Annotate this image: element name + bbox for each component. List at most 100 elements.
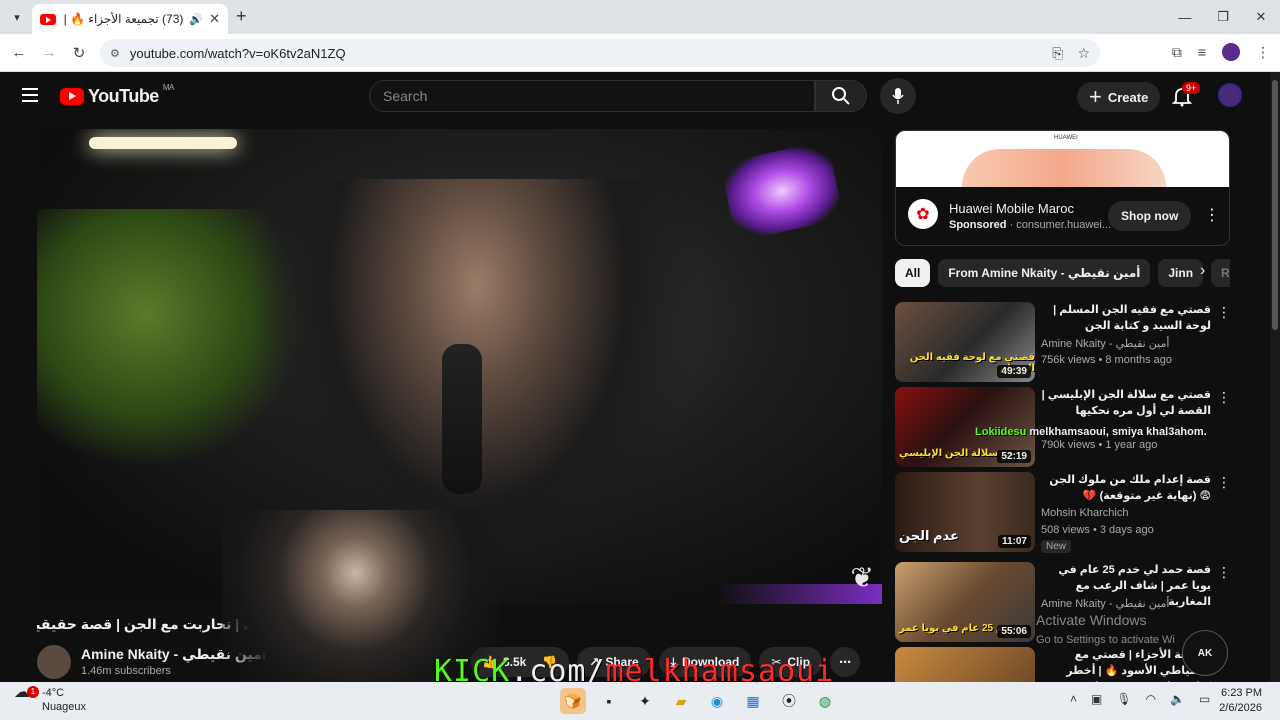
- rec-title[interactable]: قصتي مع سلالة الجن الإبليسي | القصة لي أ…: [1041, 387, 1211, 419]
- page-scrollbar[interactable]: [1270, 72, 1280, 682]
- weather-widget[interactable]: ☁ 1 -4°C Nuageux: [14, 685, 86, 714]
- rec-meta: 756k views • 8 months ago: [1041, 354, 1173, 366]
- system-clock[interactable]: 6:23 PM 2/6/2026: [1219, 686, 1262, 716]
- copilot-icon[interactable]: ✦: [632, 688, 658, 714]
- search-input[interactable]: Search: [369, 80, 815, 112]
- weather-condition: Nuageux: [42, 701, 87, 713]
- chip-all[interactable]: All: [895, 259, 931, 287]
- forward-icon[interactable]: →: [34, 44, 64, 61]
- reload-icon[interactable]: ↻: [64, 44, 94, 62]
- voice-search-button[interactable]: [880, 78, 916, 114]
- scrollbar-thumb[interactable]: [1272, 80, 1278, 330]
- browser-menu-icon[interactable]: ⋮: [1256, 44, 1270, 61]
- more-horizontal-icon: ⋯: [839, 655, 852, 669]
- mic-tray-icon[interactable]: 🎙: [1116, 692, 1131, 706]
- maximize-icon[interactable]: ❐: [1204, 0, 1242, 34]
- system-tray: ˄ ▣ 🎙 ◠ 🔈 ▭: [1070, 692, 1210, 706]
- obs-icon[interactable]: ⦿: [776, 688, 802, 714]
- sponsored-label: Sponsored: [949, 219, 1007, 231]
- activate-windows-title: Activate Windows: [1036, 612, 1147, 628]
- new-tab-icon[interactable]: +: [236, 6, 247, 27]
- extensions-icon[interactable]: ⧉: [1172, 44, 1182, 61]
- ad-more-icon[interactable]: ⋮: [1204, 205, 1220, 225]
- search-icon: [832, 87, 850, 105]
- rec-thumbnail[interactable]: خدم 25 عام في بويا عمر 55:06: [895, 562, 1035, 642]
- ad-banner-image[interactable]: HUAWEI: [896, 131, 1229, 187]
- media-control-icon[interactable]: ≡: [1198, 44, 1206, 60]
- rec-thumbnail[interactable]: عدم الجن 11:07: [895, 472, 1035, 552]
- plus-icon: +: [1089, 84, 1102, 109]
- hamburger-menu-icon[interactable]: [22, 88, 38, 102]
- shop-now-button[interactable]: Shop now: [1108, 201, 1192, 231]
- edge-icon[interactable]: ◉: [704, 688, 730, 714]
- rec-title[interactable]: قصتي مع فقيه الجن المسلم | لوحة السيد و …: [1041, 302, 1211, 334]
- wifi-icon[interactable]: ◠: [1146, 692, 1156, 706]
- notification-count-badge: 9+: [1182, 82, 1201, 94]
- widgets-icon[interactable]: 🍞: [560, 688, 586, 714]
- youtube-logo[interactable]: YouTube MA: [60, 83, 175, 107]
- stream-chat-message: Lokiidesu melkhamsaoui, smiya khal3ahom.: [975, 426, 1207, 438]
- rec-more-icon[interactable]: ⋮: [1217, 389, 1231, 406]
- tab-close-icon[interactable]: ✕: [209, 11, 220, 27]
- chip-jinn[interactable]: Jinn: [1158, 259, 1204, 287]
- search-button[interactable]: [815, 80, 867, 112]
- install-app-icon[interactable]: ⎘: [1052, 45, 1063, 62]
- channel-watermark-icon: ❦: [850, 562, 874, 593]
- close-window-icon[interactable]: ✕: [1242, 0, 1280, 34]
- site-info-icon[interactable]: ⚙: [110, 47, 120, 60]
- minimize-icon[interactable]: —: [1166, 0, 1204, 34]
- volume-icon[interactable]: 🔈: [1170, 692, 1185, 706]
- audio-playing-icon[interactable]: 🔊: [189, 13, 203, 26]
- new-badge: New: [1041, 540, 1072, 553]
- url-text[interactable]: youtube.com/watch?v=oK6tv2aN1ZQ: [130, 46, 346, 61]
- battery-icon[interactable]: ▭: [1199, 692, 1210, 706]
- recommendation-item[interactable]: عدم الجن 11:07 قصة إعدام ملك من ملوك الج…: [895, 472, 1235, 553]
- recommendation-item[interactable]: قصتي مع لوحة فقيه الجن المسلم 49:39 قصتي…: [895, 302, 1235, 382]
- recommendation-item[interactable]: خدم 25 عام في بويا عمر 55:06 قصة حمد لي …: [895, 562, 1235, 642]
- bookmark-star-icon[interactable]: ☆: [1077, 45, 1090, 62]
- omnibox[interactable]: ⚙ youtube.com/watch?v=oK6tv2aN1ZQ ⎘ ☆: [100, 39, 1100, 67]
- tray-app-icon[interactable]: ▣: [1091, 692, 1102, 706]
- rec-thumbnail[interactable]: [895, 647, 1035, 682]
- search-placeholder: Search: [383, 88, 428, 104]
- rec-duration: 11:07: [997, 535, 1031, 548]
- youtube-logo-text: YouTube: [88, 86, 159, 106]
- windows-taskbar: ☁ 1 -4°C Nuageux 🍞 ▪ ✦ ▰ ◉ ▦ ⦿ ◍ ˄ ▣ 🎙 ◠…: [0, 682, 1280, 720]
- browser-tab[interactable]: (73) تجميعة الأجزاء 🔥 | قصتي 🔊 ✕: [32, 4, 228, 34]
- rec-channel[interactable]: Mohsin Kharchich: [1041, 507, 1128, 519]
- tab-search-dropdown-icon[interactable]: ▾: [6, 6, 28, 28]
- rec-channel[interactable]: Amine Nkaity - أمين نقيطي: [1041, 337, 1169, 350]
- chevron-right-icon[interactable]: ›: [1200, 262, 1205, 280]
- chip-re[interactable]: Re: [1211, 259, 1230, 287]
- file-explorer-icon[interactable]: ▰: [668, 688, 694, 714]
- ad-advertiser[interactable]: Huawei Mobile Maroc: [949, 201, 1074, 216]
- profile-avatar[interactable]: [1222, 43, 1240, 61]
- rec-more-icon[interactable]: ⋮: [1217, 474, 1231, 491]
- chip-from-channel[interactable]: From Amine Nkaity - أمين نقيطي: [938, 259, 1151, 287]
- tray-chevron-icon[interactable]: ˄: [1070, 692, 1077, 706]
- rec-thumbnail[interactable]: قصتي مع لوحة فقيه الجن المسلم 49:39: [895, 302, 1035, 382]
- task-view-icon[interactable]: ▪: [596, 688, 622, 714]
- ad-domain: consumer.huawei...: [1016, 219, 1112, 231]
- account-avatar[interactable]: [1218, 83, 1242, 107]
- channel-avatar[interactable]: [37, 645, 71, 679]
- rec-duration: 52:19: [997, 450, 1031, 463]
- rec-more-icon[interactable]: ⋮: [1217, 564, 1231, 581]
- store-icon[interactable]: ▦: [740, 688, 766, 714]
- huawei-logo-icon[interactable]: ✿: [908, 199, 938, 229]
- temperature: -4°C: [42, 687, 65, 699]
- youtube-favicon-icon: [40, 13, 56, 25]
- rec-thumb-text: عدم الجن: [899, 528, 959, 543]
- rec-title[interactable]: قصة إعدام ملك من ملوك الجن 😨 (نهاية غير …: [1041, 472, 1211, 504]
- chrome-icon[interactable]: ◍: [812, 688, 838, 714]
- back-icon[interactable]: ←: [4, 44, 34, 61]
- create-button[interactable]: + Create: [1077, 82, 1161, 112]
- more-actions-button[interactable]: ⋯: [830, 647, 861, 677]
- rec-channel[interactable]: Amine Nkaity - أمين نقيطي: [1041, 597, 1169, 610]
- taskbar-apps: 🍞 ▪ ✦ ▰ ◉ ▦ ⦿ ◍: [560, 688, 838, 714]
- rec-meta: 508 views • 3 days ago: [1041, 524, 1154, 536]
- rec-more-icon[interactable]: ⋮: [1217, 304, 1231, 321]
- region-code: MA: [162, 83, 175, 92]
- sidebar-ad[interactable]: HUAWEI ✿ Huawei Mobile Maroc Sponsored ·…: [895, 130, 1230, 246]
- ak-overlay-logo: AK: [1182, 630, 1228, 676]
